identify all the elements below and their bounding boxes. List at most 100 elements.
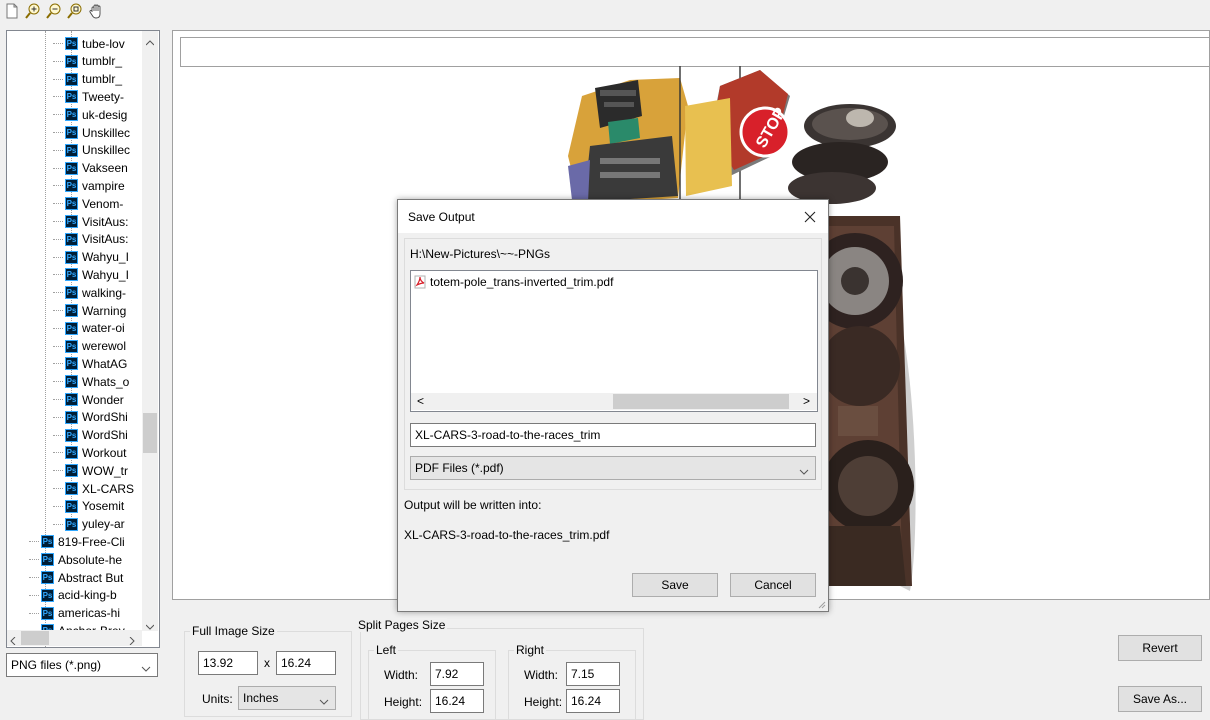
tree-item[interactable]: Ps Vakseen: [53, 160, 128, 177]
tree-item-label: Unskillec: [82, 143, 131, 158]
tree-item[interactable]: Ps XL-CARS: [53, 480, 134, 497]
save-button[interactable]: Save: [632, 573, 718, 597]
tree-item[interactable]: Ps Unskillec: [53, 124, 130, 141]
file-type-filter[interactable]: PNG files (*.png): [6, 653, 158, 677]
photoshop-file-icon: Ps: [65, 268, 78, 282]
file-list[interactable]: totem-pole_trans-inverted_trim.pdf < >: [410, 270, 818, 412]
zoom-out-icon[interactable]: [46, 3, 62, 19]
tree-vertical-scrollbar[interactable]: [142, 31, 158, 631]
file-tree[interactable]: Ps tube-lov Ps tumblr_ Ps tumblr_ Ps Tweety- Ps u…: [6, 30, 160, 648]
cancel-button[interactable]: Cancel: [730, 573, 816, 597]
right-width-input[interactable]: 7.15: [566, 662, 620, 686]
revert-button[interactable]: Revert: [1118, 635, 1202, 661]
filetype-select[interactable]: PDF Files (*.pdf): [410, 456, 816, 480]
tree-item-label: Wonder: [82, 392, 124, 407]
tree-item[interactable]: Ps water-oi: [53, 320, 125, 337]
tree-connector: [53, 523, 63, 525]
photoshop-file-icon: Ps: [41, 588, 54, 602]
scroll-up-icon[interactable]: [145, 35, 155, 49]
photoshop-file-icon: Ps: [65, 126, 78, 139]
tree-item[interactable]: Ps Unskillec: [53, 142, 131, 159]
tree-item[interactable]: Ps uk-desig: [53, 106, 127, 123]
tree-connector: [53, 185, 63, 187]
tree-horizontal-scrollbar[interactable]: [7, 630, 142, 646]
tree-item-label: WOW_tr: [82, 463, 128, 478]
tree-item[interactable]: Ps WOW_tr: [53, 462, 128, 479]
left-width-input[interactable]: 7.92: [430, 662, 484, 686]
tree-item-label: WordShi: [82, 410, 128, 425]
photoshop-file-icon: Ps: [65, 499, 78, 513]
tree-item-label: Absolute-he: [58, 552, 123, 567]
tree-item[interactable]: Ps VisitAus:: [53, 213, 128, 230]
full-height-input[interactable]: 16.24: [276, 651, 336, 675]
tree-item[interactable]: Ps yuley-ar: [53, 516, 125, 533]
tree-item[interactable]: Ps americas-hi: [29, 605, 121, 622]
tree-item-label: 819-Free-Cli: [58, 534, 125, 549]
photoshop-file-icon: Ps: [65, 215, 78, 228]
scroll-thumb-h[interactable]: [21, 631, 49, 645]
tree-item[interactable]: Ps Yosemit: [53, 498, 124, 515]
file-name: totem-pole_trans-inverted_trim.pdf: [430, 275, 614, 289]
tree-item[interactable]: Ps acid-king-b: [29, 587, 117, 604]
list-item[interactable]: totem-pole_trans-inverted_trim.pdf: [413, 275, 613, 289]
tree-item[interactable]: Ps Wahyu_I: [53, 266, 129, 283]
chevron-down-icon: [141, 661, 151, 675]
tree-item[interactable]: Ps tumblr_: [53, 53, 122, 70]
scroll-thumb[interactable]: [613, 394, 789, 409]
full-width-input[interactable]: 13.92: [198, 651, 258, 675]
tree-item[interactable]: Ps walking-: [53, 284, 126, 301]
tree-item[interactable]: Ps Wahyu_I: [53, 249, 129, 266]
pan-hand-icon[interactable]: [88, 3, 104, 19]
scroll-thumb[interactable]: [143, 413, 157, 453]
tree-item[interactable]: Ps vampire: [53, 177, 125, 194]
tree-item[interactable]: Ps 819-Free-Cli: [29, 533, 125, 550]
right-height-input[interactable]: 16.24: [566, 689, 620, 713]
scroll-right-arrow[interactable]: >: [803, 394, 810, 408]
tree-item[interactable]: Ps werewol: [53, 338, 126, 355]
save-as-button[interactable]: Save As...: [1118, 686, 1202, 712]
left-width-value: 7.92: [435, 667, 459, 681]
tree-item[interactable]: Ps Wonder: [53, 391, 124, 408]
tree-item[interactable]: Ps WhatAG: [53, 355, 127, 372]
photoshop-file-icon: Ps: [65, 517, 78, 531]
tree-item[interactable]: Ps Whats_o: [53, 373, 129, 390]
tree-item[interactable]: Ps tumblr_: [53, 71, 122, 88]
zoom-fit-icon[interactable]: [67, 3, 83, 19]
tree-connector: [53, 327, 63, 329]
scroll-right-icon[interactable]: [129, 634, 135, 648]
photoshop-file-icon: Ps: [41, 606, 54, 620]
toolbar: [0, 0, 1210, 24]
units-select[interactable]: Inches: [238, 686, 336, 710]
tree-item-label: Vakseen: [82, 161, 128, 176]
tree-connector: [53, 78, 63, 80]
tree-item-label: yuley-ar: [82, 517, 125, 532]
scroll-left-arrow[interactable]: <: [417, 394, 424, 408]
photoshop-file-icon: Ps: [65, 482, 78, 495]
file-list-hscrollbar[interactable]: < >: [411, 393, 817, 410]
tree-item[interactable]: Ps Tweety-: [53, 88, 124, 105]
tree-connector: [53, 452, 63, 454]
tree-item[interactable]: Ps VisitAus:: [53, 231, 128, 248]
tree-item[interactable]: Ps Abstract But: [29, 569, 123, 586]
scroll-down-icon[interactable]: [145, 619, 155, 633]
scroll-left-icon[interactable]: [10, 634, 16, 648]
size-separator: x: [264, 656, 270, 670]
photoshop-file-icon: Ps: [65, 393, 78, 406]
close-icon[interactable]: [802, 209, 818, 225]
photoshop-file-icon: Ps: [65, 54, 78, 68]
tree-item-label: americas-hi: [58, 606, 121, 621]
tree-item[interactable]: Ps Warning: [53, 302, 126, 319]
tree-connector: [53, 381, 63, 383]
left-height-input[interactable]: 16.24: [430, 689, 484, 713]
tree-item[interactable]: Ps Venom-: [53, 195, 123, 212]
zoom-in-icon[interactable]: [25, 3, 41, 19]
new-document-icon[interactable]: [4, 3, 20, 19]
tree-item[interactable]: Ps Absolute-he: [29, 551, 123, 568]
tree-item[interactable]: Ps Workout: [53, 444, 126, 461]
tree-connector: [29, 559, 39, 561]
tree-connector: [53, 505, 63, 507]
tree-item[interactable]: Ps WordShi: [53, 427, 128, 444]
filename-input[interactable]: XL-CARS-3-road-to-the-races_trim: [410, 423, 816, 447]
tree-item[interactable]: Ps tube-lov: [53, 35, 125, 52]
tree-item[interactable]: Ps WordShi: [53, 409, 128, 426]
